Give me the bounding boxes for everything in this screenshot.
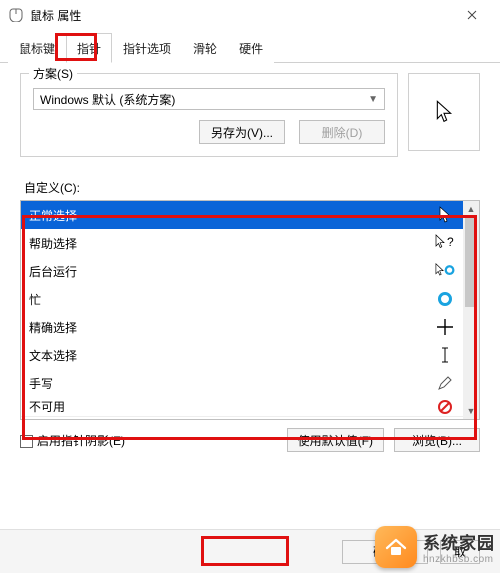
- tab-pointer-options[interactable]: 指针选项: [112, 33, 182, 63]
- ok-button[interactable]: 确定: [342, 540, 428, 564]
- scroll-up-icon[interactable]: ▲: [463, 201, 479, 217]
- scheme-selected: Windows 默认 (系统方案): [40, 91, 175, 108]
- list-item[interactable]: 手写: [21, 369, 463, 397]
- tab-buttons[interactable]: 鼠标键: [8, 33, 66, 63]
- list-item[interactable]: 正常选择: [21, 201, 463, 229]
- close-button[interactable]: [452, 1, 492, 29]
- no-cursor-icon: [435, 397, 455, 417]
- list-item[interactable]: 忙: [21, 285, 463, 313]
- save-as-button[interactable]: 另存为(V)...: [199, 120, 285, 144]
- scroll-down-icon[interactable]: ▼: [463, 403, 479, 419]
- tab-label: 硬件: [239, 42, 263, 56]
- tab-label: 鼠标键: [19, 42, 55, 56]
- tab-label: 指针: [77, 42, 101, 56]
- checkbox-label: 启用指针阴影(E): [37, 434, 125, 448]
- tab-bar: 鼠标键 指针 指针选项 滑轮 硬件: [0, 32, 500, 63]
- tab-content: 方案(S) Windows 默认 (系统方案) ▼ 另存为(V)... 删除(D…: [0, 63, 500, 529]
- help-cursor-icon: ?: [435, 233, 455, 253]
- button-label: 使用默认值(F): [298, 432, 373, 449]
- mouse-properties-dialog: 鼠标 属性 鼠标键 指针 指针选项 滑轮 硬件 方案(S) Windows 默认…: [0, 0, 500, 573]
- scroll-thumb[interactable]: [465, 217, 477, 307]
- delete-button: 删除(D): [299, 120, 385, 144]
- arrow-cursor-icon: [435, 205, 455, 225]
- pointer-shadow-checkbox[interactable]: 启用指针阴影(E): [20, 432, 125, 449]
- list-item[interactable]: 后台运行: [21, 257, 463, 285]
- mouse-icon: [8, 7, 24, 23]
- cursor-preview: [408, 73, 480, 151]
- button-label: 确定: [373, 543, 397, 560]
- pen-cursor-icon: [435, 373, 455, 393]
- list-item[interactable]: 帮助选择 ?: [21, 229, 463, 257]
- tab-pointers[interactable]: 指针: [66, 33, 112, 63]
- cursor-name: 帮助选择: [29, 235, 77, 252]
- cursor-list-inner: 正常选择 帮助选择 ? 后台运行 忙 精确选择: [21, 201, 463, 419]
- chevron-down-icon: ▼: [368, 94, 378, 105]
- tab-label: 指针选项: [123, 42, 171, 56]
- ibeam-cursor-icon: [435, 345, 455, 365]
- cursor-name: 不可用: [29, 398, 65, 415]
- tab-hardware[interactable]: 硬件: [228, 33, 274, 63]
- scheme-group: 方案(S) Windows 默认 (系统方案) ▼ 另存为(V)... 删除(D…: [20, 73, 398, 157]
- scheme-group-label: 方案(S): [29, 65, 77, 82]
- window-title: 鼠标 属性: [30, 7, 452, 24]
- cursor-name: 后台运行: [29, 263, 77, 280]
- working-cursor-icon: [435, 261, 455, 281]
- browse-button[interactable]: 浏览(B)...: [394, 428, 480, 452]
- list-item[interactable]: 不可用: [21, 397, 463, 417]
- button-label: 取: [454, 543, 466, 560]
- checkbox-icon: [20, 435, 33, 448]
- tab-label: 滑轮: [193, 42, 217, 56]
- scrollbar[interactable]: ▲ ▼: [463, 201, 479, 419]
- svg-text:?: ?: [447, 235, 454, 249]
- scheme-combobox[interactable]: Windows 默认 (系统方案) ▼: [33, 88, 385, 110]
- dialog-footer: 确定 取: [0, 529, 500, 573]
- cursor-name: 正常选择: [29, 207, 77, 224]
- cancel-button[interactable]: 取: [440, 540, 480, 564]
- list-item[interactable]: 文本选择: [21, 341, 463, 369]
- customize-label: 自定义(C):: [24, 179, 480, 196]
- cursor-listbox[interactable]: 正常选择 帮助选择 ? 后台运行 忙 精确选择: [20, 200, 480, 420]
- cursor-name: 忙: [29, 291, 41, 308]
- list-item[interactable]: 精确选择: [21, 313, 463, 341]
- cursor-name: 文本选择: [29, 347, 77, 364]
- scroll-track[interactable]: [463, 217, 479, 403]
- cursor-name: 精确选择: [29, 319, 77, 336]
- tab-wheel[interactable]: 滑轮: [182, 33, 228, 63]
- cursor-name: 手写: [29, 375, 53, 392]
- button-label: 删除(D): [322, 124, 363, 141]
- use-default-button[interactable]: 使用默认值(F): [287, 428, 384, 452]
- button-label: 浏览(B)...: [412, 432, 462, 449]
- crosshair-cursor-icon: [435, 317, 455, 337]
- titlebar: 鼠标 属性: [0, 0, 500, 30]
- busy-cursor-icon: [435, 289, 455, 309]
- button-label: 另存为(V)...: [211, 124, 273, 141]
